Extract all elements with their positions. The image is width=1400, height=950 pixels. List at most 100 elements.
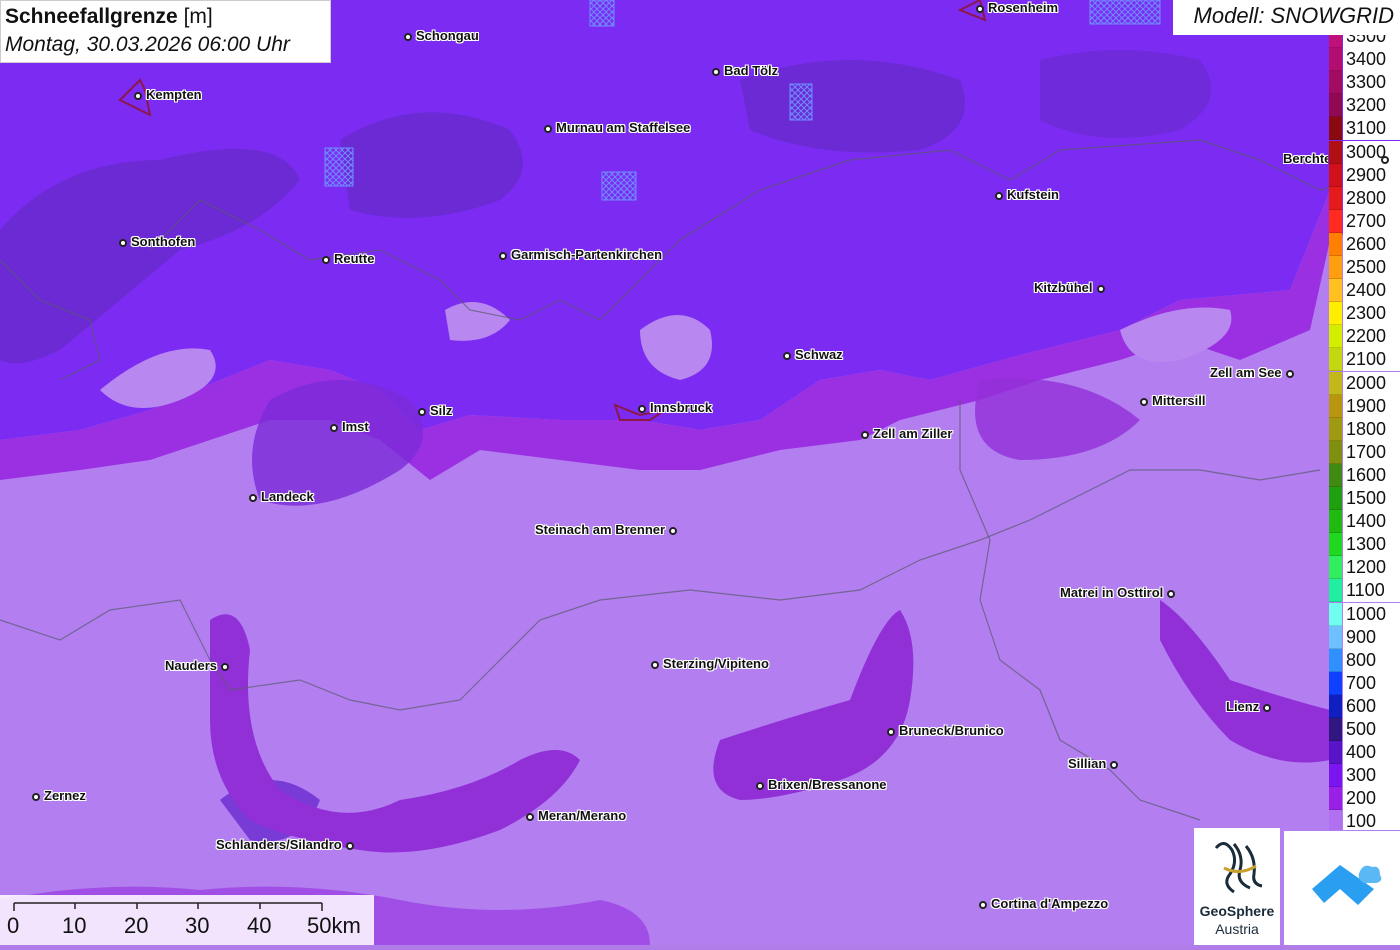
legend-label: 2200 bbox=[1343, 325, 1400, 349]
city-label: Kempten bbox=[146, 87, 202, 102]
city-marker bbox=[418, 408, 426, 416]
city-label: Bruneck/Brunico bbox=[899, 723, 1004, 738]
legend-item: 2500 bbox=[1329, 256, 1400, 279]
legend-item: 1500 bbox=[1329, 487, 1400, 510]
legend-label: 300 bbox=[1343, 764, 1400, 788]
legend-label: 2100 bbox=[1343, 348, 1400, 372]
legend-swatch bbox=[1329, 371, 1342, 395]
legend-item: 3200 bbox=[1329, 94, 1400, 118]
city-marker bbox=[1286, 370, 1294, 378]
legend-item: 1900 bbox=[1329, 394, 1400, 418]
city-label: Murnau am Staffelsee bbox=[556, 120, 691, 135]
city-label: Zernez bbox=[44, 788, 86, 803]
city-marker bbox=[134, 92, 142, 100]
legend-label: 700 bbox=[1343, 671, 1400, 695]
legend-item: 400 bbox=[1329, 741, 1400, 765]
legend-item: 1200 bbox=[1329, 556, 1400, 580]
legend-swatch bbox=[1329, 209, 1342, 233]
legend-swatch bbox=[1329, 764, 1342, 788]
legend-label: 1900 bbox=[1343, 394, 1400, 418]
legend-item: 2800 bbox=[1329, 186, 1400, 210]
legend-swatch bbox=[1329, 302, 1342, 326]
legend-label: 1300 bbox=[1343, 533, 1400, 557]
city-marker bbox=[756, 782, 764, 790]
city-marker bbox=[322, 256, 330, 264]
scale-label: 50km bbox=[307, 913, 361, 938]
city-label: Bad Tölz bbox=[724, 63, 779, 78]
legend-item: 1100 bbox=[1329, 579, 1400, 603]
legend-item: 900 bbox=[1329, 625, 1400, 649]
legend-label: 3400 bbox=[1343, 48, 1400, 72]
legend-label: 2600 bbox=[1343, 232, 1400, 256]
city-marker bbox=[651, 661, 659, 669]
forecast-datetime: Montag, 30.03.2026 06:00 Uhr bbox=[5, 33, 290, 56]
legend-label: 2000 bbox=[1343, 371, 1400, 395]
legend-swatch bbox=[1329, 48, 1342, 72]
legend-label: 3000 bbox=[1343, 140, 1400, 164]
city-marker bbox=[976, 5, 984, 13]
legend-item: 200 bbox=[1329, 787, 1400, 811]
legend-swatch bbox=[1329, 35, 1342, 48]
legend-swatch bbox=[1329, 394, 1342, 418]
legend-swatch bbox=[1329, 741, 1342, 765]
legend-item: 700 bbox=[1329, 671, 1400, 695]
scale-label: 30 bbox=[185, 913, 210, 938]
legend-label: 1700 bbox=[1343, 440, 1400, 464]
legend-label: 3500 bbox=[1343, 35, 1400, 48]
snowgrid-logo[interactable] bbox=[1284, 831, 1400, 945]
legend-swatch bbox=[1329, 579, 1342, 603]
scale-label: 0 bbox=[7, 913, 20, 938]
snowline-map bbox=[0, 0, 1400, 945]
legend-swatch bbox=[1329, 648, 1342, 672]
legend-label: 2300 bbox=[1343, 302, 1400, 326]
legend-item: 3100 bbox=[1329, 117, 1400, 141]
legend-item: 1700 bbox=[1329, 440, 1400, 464]
city-label: Kitzbühel bbox=[1034, 280, 1093, 295]
legend-label: 900 bbox=[1343, 625, 1400, 649]
scale-label: 20 bbox=[124, 913, 149, 938]
legend-item: 1000 bbox=[1329, 602, 1400, 626]
legend-item: 100 bbox=[1329, 810, 1400, 830]
city-marker bbox=[1263, 704, 1271, 712]
cloud-mountain-icon bbox=[1312, 865, 1382, 905]
city-marker bbox=[995, 192, 1003, 200]
city-marker bbox=[1140, 398, 1148, 406]
city-label: Rosenheim bbox=[988, 0, 1059, 15]
color-legend: 3500 3400 3300 3200 3100 3000 2900 2800 2700 2600… bbox=[1329, 35, 1400, 830]
map-title-text: Schneefallgrenze bbox=[5, 5, 178, 28]
legend-item: 1600 bbox=[1329, 463, 1400, 487]
scale-label: 40 bbox=[247, 913, 272, 938]
geosphere-icon bbox=[1214, 842, 1263, 894]
legend-item: 3500 bbox=[1329, 35, 1400, 48]
city-label: Steinach am Brenner bbox=[535, 522, 666, 537]
legend-item: 2100 bbox=[1329, 348, 1400, 372]
legend-label: 800 bbox=[1343, 648, 1400, 672]
city-marker bbox=[1381, 156, 1389, 164]
legend-item: 3400 bbox=[1329, 48, 1400, 72]
geosphere-logo[interactable]: GeoSphere Austria bbox=[1194, 828, 1280, 945]
legend-label: 1200 bbox=[1343, 556, 1400, 580]
city-label: Schwaz bbox=[795, 347, 843, 362]
legend-swatch bbox=[1329, 787, 1342, 811]
legend-label: 500 bbox=[1343, 718, 1400, 741]
legend-item: 300 bbox=[1329, 764, 1400, 788]
legend-swatch bbox=[1329, 510, 1342, 534]
legend-label: 1600 bbox=[1343, 463, 1400, 487]
legend-label: 600 bbox=[1343, 694, 1400, 718]
legend-swatch bbox=[1329, 186, 1342, 210]
city-marker bbox=[32, 793, 40, 801]
city-marker bbox=[1167, 590, 1175, 598]
city-marker bbox=[499, 252, 507, 260]
city-label: Sillian bbox=[1068, 756, 1107, 771]
legend-swatch bbox=[1329, 117, 1342, 141]
city-label: Schongau bbox=[416, 28, 479, 43]
legend-label: 2400 bbox=[1343, 279, 1400, 303]
legend-item: 2700 bbox=[1329, 209, 1400, 233]
city-marker bbox=[1110, 761, 1118, 769]
legend-label: 3300 bbox=[1343, 71, 1400, 95]
legend-item: 1400 bbox=[1329, 510, 1400, 534]
legend-swatch bbox=[1329, 602, 1342, 626]
legend-swatch bbox=[1329, 71, 1342, 95]
city-label: Lienz bbox=[1226, 699, 1260, 714]
city-marker bbox=[887, 728, 895, 736]
